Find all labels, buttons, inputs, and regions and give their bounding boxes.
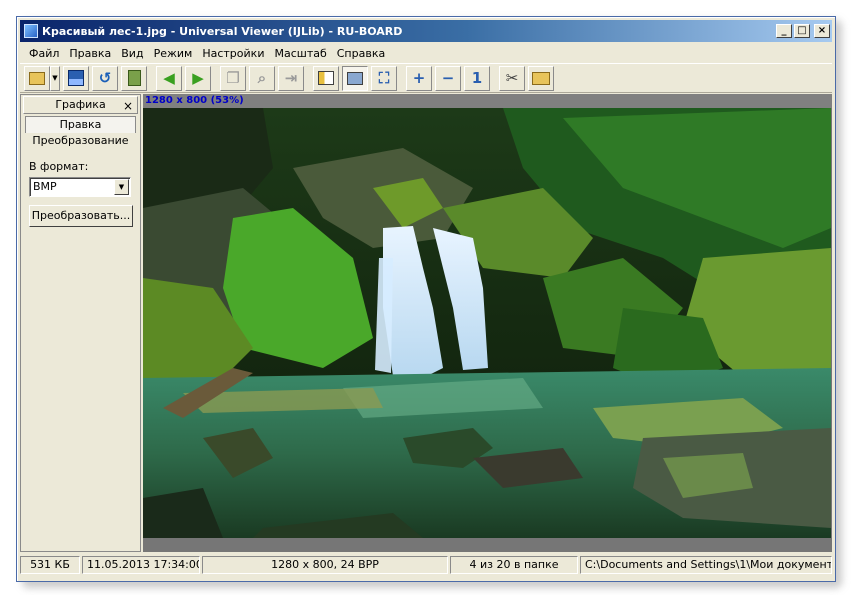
delete-button[interactable]: [121, 65, 147, 91]
image-canvas[interactable]: [143, 108, 831, 538]
minimize-button[interactable]: _: [776, 24, 792, 38]
copy-icon: ❐: [226, 69, 240, 87]
fit-window-button[interactable]: [342, 65, 368, 91]
export-button[interactable]: ⇥: [278, 65, 304, 91]
panel-toggle-button[interactable]: [313, 65, 339, 91]
status-dimensions: 1280 x 800, 24 BPP: [202, 556, 448, 574]
dropdown-arrow-icon: ▼: [52, 74, 58, 82]
open-icon: [29, 71, 45, 85]
package-icon: [532, 71, 550, 85]
toolbar: ▼ ↺ ◀ ▶ ❐ ⌕ ⇥ ⛶ + − 1 ✂: [20, 63, 832, 93]
menu-file[interactable]: Файл: [24, 47, 64, 60]
original-size-icon: 1: [471, 69, 483, 87]
zoom-out-button[interactable]: −: [435, 65, 461, 91]
app-icon: [24, 24, 38, 38]
zoom-in-button[interactable]: +: [406, 65, 432, 91]
open-dropdown-button[interactable]: ▼: [50, 65, 60, 91]
image-info: 1280 x 800 (53%): [143, 94, 832, 108]
fullscreen-icon: ⛶: [378, 69, 390, 87]
close-button[interactable]: ×: [814, 24, 830, 38]
next-button[interactable]: ▶: [185, 65, 211, 91]
format-value: BMP: [33, 180, 57, 193]
print-preview-button[interactable]: ⌕: [249, 65, 275, 91]
format-select[interactable]: BMP ▼: [29, 177, 131, 197]
status-file-size: 531 КБ: [20, 556, 80, 574]
original-size-button[interactable]: 1: [464, 65, 490, 91]
menu-zoom[interactable]: Масштаб: [269, 47, 331, 60]
format-label: В формат:: [29, 160, 89, 173]
previous-button[interactable]: ◀: [156, 65, 182, 91]
menu-mode[interactable]: Режим: [149, 47, 198, 60]
panel-icon: [318, 71, 334, 85]
menu-bar: Файл Правка Вид Режим Настройки Масштаб …: [20, 43, 832, 63]
menu-edit[interactable]: Правка: [64, 47, 116, 60]
convert-button[interactable]: Преобразовать...: [29, 205, 133, 227]
save-icon: [68, 70, 84, 86]
status-path: C:\Documents and Settings\1\Мои документ…: [580, 556, 832, 574]
title-bar[interactable]: Красивый лес-1.jpg - Universal Viewer (I…: [20, 20, 832, 42]
open-button[interactable]: [24, 65, 50, 91]
menu-help[interactable]: Справка: [332, 47, 390, 60]
image-viewer[interactable]: 1280 x 800 (53%): [143, 94, 832, 552]
fit-window-icon: [347, 71, 363, 85]
print-preview-icon: ⌕: [257, 69, 267, 87]
forest-waterfall-image: [143, 108, 831, 538]
arrow-left-icon: ◀: [163, 69, 175, 87]
zoom-out-icon: −: [441, 69, 455, 87]
arrow-right-icon: ▶: [192, 69, 204, 87]
chevron-down-icon[interactable]: ▼: [114, 179, 129, 195]
tab-convert[interactable]: Преобразование: [25, 133, 136, 150]
tools-button[interactable]: ✂: [499, 65, 525, 91]
export-icon: ⇥: [284, 69, 298, 87]
tools-icon: ✂: [505, 69, 519, 87]
save-button[interactable]: [63, 65, 89, 91]
graphics-panel: Графика × Правка Преобразование В формат:…: [20, 94, 141, 552]
status-date: 11.05.2013 17:34:00: [82, 556, 200, 574]
copy-button[interactable]: ❐: [220, 65, 246, 91]
fullscreen-button[interactable]: ⛶: [371, 65, 397, 91]
reload-button[interactable]: ↺: [92, 65, 118, 91]
panel-title: Графика ×: [23, 96, 138, 114]
maximize-button[interactable]: □: [794, 24, 810, 38]
zoom-in-icon: +: [412, 69, 426, 87]
menu-settings[interactable]: Настройки: [197, 47, 269, 60]
package-button[interactable]: [528, 65, 554, 91]
recycle-bin-icon: [127, 70, 141, 86]
tab-edit[interactable]: Правка: [25, 116, 136, 133]
status-bar: 531 КБ 11.05.2013 17:34:00 1280 x 800, 2…: [20, 556, 832, 574]
menu-view[interactable]: Вид: [116, 47, 148, 60]
main-window: Красивый лес-1.jpg - Universal Viewer (I…: [16, 16, 836, 582]
panel-close-icon[interactable]: ×: [123, 98, 133, 114]
window-title: Красивый лес-1.jpg - Universal Viewer (I…: [42, 24, 403, 38]
reload-icon: ↺: [98, 69, 112, 87]
status-position: 4 из 20 в папке: [450, 556, 578, 574]
